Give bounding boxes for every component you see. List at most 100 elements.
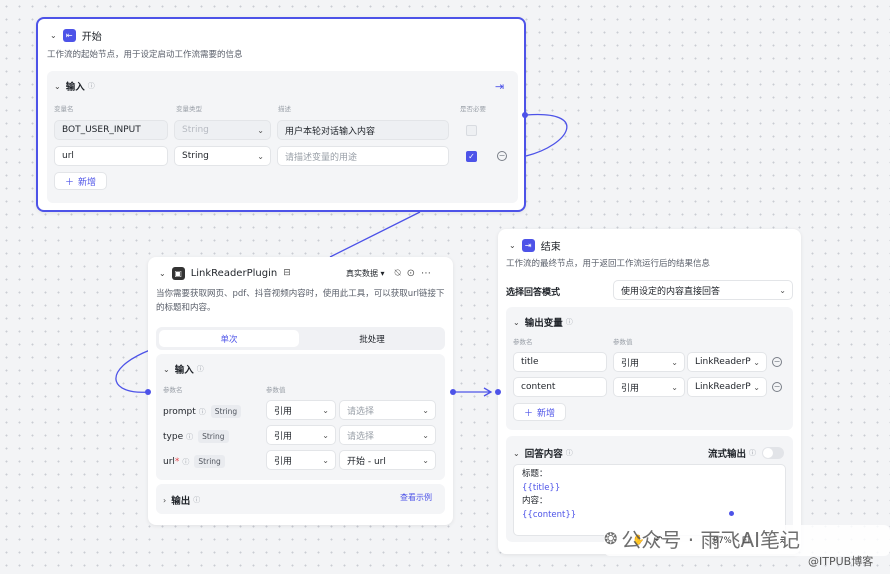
chevron-down-icon: ⌄ — [322, 405, 329, 415]
info-icon: ⓘ — [196, 365, 204, 373]
canvas-toolbar: ✋ ↶ 87% ⊡ ⌅ — [604, 525, 890, 556]
variable-type-select: String ⌄ — [174, 120, 271, 140]
collapse-chevron-icon[interactable]: ⌄ — [163, 365, 170, 374]
remove-row-icon[interactable]: − — [772, 357, 782, 367]
zoom-level[interactable]: 87% — [713, 536, 732, 546]
variable-type-select[interactable]: String ⌄ — [174, 146, 271, 166]
collapse-chevron-icon[interactable]: ⌄ — [509, 241, 516, 250]
collapse-chevron-icon[interactable]: ⌄ — [513, 318, 520, 327]
stream-output-label: 流式输出 — [708, 449, 747, 460]
end-icon: ⇥ — [521, 238, 535, 252]
doc-icon[interactable]: ⊟ — [283, 268, 291, 278]
param-value-select[interactable]: 开始 - url ⌄ — [339, 450, 436, 470]
end-node[interactable]: ⌄ ⇥ 结束 工作流的最终节点，用于返回工作流运行后的结果信息 选择回答模式 使… — [498, 229, 801, 554]
end-node-description: 工作流的最终节点，用于返回工作流运行后的结果信息 — [506, 259, 711, 269]
start-input-panel: ⌄ 输入 ⓘ ⇥ 变量名 变量类型 描述 是否必要 BOT_USER_INPUT… — [47, 71, 518, 203]
pan-hand-icon[interactable]: ✋ — [632, 535, 644, 546]
mode-tabs: 单次 批处理 — [156, 327, 445, 350]
chevron-down-icon: ⌄ — [257, 125, 264, 135]
plus-icon: ＋ — [524, 408, 534, 419]
answer-line: 内容： — [522, 496, 548, 506]
output-name-field[interactable]: content — [513, 377, 607, 397]
start-icon: ⇤ — [62, 28, 76, 42]
start-node[interactable]: ⌄ ⇤ 开始 工作流的起始节点，用于设定启动工作流需要的信息 ⌄ 输入 ⓘ ⇥ … — [36, 17, 526, 212]
chevron-down-icon: ⌄ — [779, 285, 786, 295]
param-label-type: type ⓘ String — [163, 430, 229, 443]
add-output-button[interactable]: ＋新增 — [513, 403, 567, 421]
collapse-chevron-icon[interactable]: ⌄ — [54, 82, 61, 91]
add-variable-button[interactable]: ＋新增 — [54, 172, 108, 190]
output-value-select[interactable]: LinkReaderP ⌄ — [687, 352, 767, 372]
param-value-select[interactable]: 请选择 ⌄ — [339, 425, 436, 445]
info-icon: ⓘ — [198, 407, 206, 416]
play-icon[interactable]: ⊙ — [407, 268, 415, 279]
tab-batch[interactable]: 批处理 — [302, 330, 442, 347]
param-source-select[interactable]: 引用 ⌄ — [266, 400, 336, 420]
more-icon[interactable]: ⋯ — [421, 268, 431, 279]
chevron-down-icon: ⌄ — [671, 382, 678, 392]
data-mode-select[interactable]: 真实数据 ▾ — [346, 268, 385, 279]
output-section-title: 输出 — [171, 496, 191, 507]
import-icon[interactable]: ⇥ — [495, 80, 504, 93]
input-section-title: 输入 — [174, 365, 194, 376]
required-checkbox — [466, 125, 477, 136]
type-tag: String — [198, 430, 229, 443]
tab-single[interactable]: 单次 — [159, 330, 299, 347]
collapse-icon[interactable]: ⌅ — [778, 535, 786, 546]
variable-name-field: BOT_USER_INPUT — [54, 120, 168, 140]
column-header: 变量类型 — [176, 105, 202, 113]
output-value-select[interactable]: LinkReaderP ⌄ — [687, 377, 767, 397]
chevron-down-icon: ⌄ — [753, 357, 760, 367]
remove-row-icon[interactable]: − — [772, 382, 782, 392]
fit-view-icon[interactable]: ⊡ — [742, 535, 750, 546]
param-label-url: url * ⓘ String — [163, 455, 225, 468]
column-header: 参数值 — [266, 386, 286, 394]
output-name-field[interactable]: title — [513, 352, 607, 372]
required-checkbox[interactable]: ✓ — [466, 151, 477, 162]
answer-mode-select[interactable]: 使用设定的内容直接回答 ⌄ — [613, 280, 793, 300]
plugin-node[interactable]: ⌄ ▣ LinkReaderPlugin ⊟ 真实数据 ▾ ⍉ ⊙ ⋯ 当你需要… — [148, 257, 453, 525]
collapse-chevron-icon[interactable]: ⌄ — [513, 449, 520, 458]
column-header: 参数值 — [613, 338, 633, 346]
chevron-down-icon: ⌄ — [671, 357, 678, 367]
column-header: 参数名 — [163, 386, 183, 394]
variable-description-field[interactable]: 请描述变量的用途 — [277, 146, 449, 166]
chevron-down-icon: ⌄ — [753, 382, 760, 392]
expand-chevron-icon[interactable]: › — [163, 496, 166, 505]
undo-icon[interactable]: ↶ — [654, 535, 662, 546]
remove-row-icon[interactable]: − — [497, 151, 507, 161]
column-header: 参数名 — [513, 338, 533, 346]
stream-output-toggle[interactable] — [762, 447, 785, 459]
output-section-title: 输出变量 — [524, 318, 563, 329]
info-icon: ⓘ — [87, 82, 95, 90]
output-source-select[interactable]: 引用 ⌄ — [613, 377, 685, 397]
param-source-select[interactable]: 引用 ⌄ — [266, 450, 336, 470]
answer-line: {{content}} — [522, 509, 577, 520]
variable-name-field[interactable]: url — [54, 146, 168, 166]
chevron-down-icon: ⌄ — [422, 455, 429, 465]
info-icon: ⓘ — [193, 496, 201, 504]
bell-off-icon[interactable]: ⍉ — [395, 268, 401, 279]
collapse-chevron-icon[interactable]: ⌄ — [159, 269, 166, 278]
end-input-port[interactable] — [495, 389, 501, 395]
start-output-port[interactable] — [522, 112, 528, 118]
plugin-node-description: 当你需要获取网页、pdf、抖音视频内容时，使用此工具，可以获取url链接下的标题… — [156, 289, 445, 313]
info-icon: ⓘ — [565, 449, 573, 457]
column-header: 是否必要 — [460, 105, 486, 113]
plugin-output-panel: › 输出 ⓘ 查看示例 — [156, 484, 445, 514]
plugin-input-port[interactable] — [145, 389, 151, 395]
param-value-select[interactable]: 请选择 ⌄ — [339, 400, 436, 420]
param-source-select[interactable]: 引用 ⌄ — [266, 425, 336, 445]
collapse-chevron-icon[interactable]: ⌄ — [50, 31, 57, 40]
chevron-down-icon: ⌄ — [422, 430, 429, 440]
chevron-down-icon: ⌄ — [322, 455, 329, 465]
output-source-select[interactable]: 引用 ⌄ — [613, 352, 685, 372]
variable-description-field: 用户本轮对话输入内容 — [277, 120, 449, 140]
chevron-down-icon: ⌄ — [422, 405, 429, 415]
info-icon: ⓘ — [565, 318, 573, 326]
answer-mode-label: 选择回答模式 — [506, 288, 561, 298]
view-example-link[interactable]: 查看示例 — [400, 492, 432, 503]
answer-line: 标题： — [522, 469, 548, 479]
plugin-output-port[interactable] — [450, 389, 456, 395]
type-tag: String — [194, 455, 225, 468]
